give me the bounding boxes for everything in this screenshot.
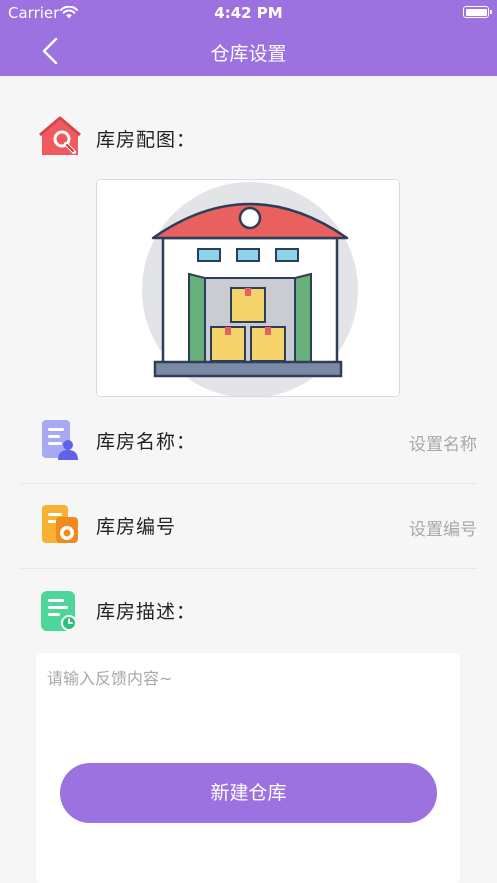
warehouse-image-picker[interactable] — [96, 179, 400, 398]
map-label: 库房配图： — [96, 129, 197, 151]
battery-icon — [463, 6, 492, 18]
description-label: 库房描述： — [96, 601, 197, 623]
page-title: 仓库设置 — [210, 43, 287, 65]
number-input[interactable]: 设置编号 — [409, 515, 477, 540]
name-input[interactable]: 设置名称 — [409, 430, 477, 455]
number-label: 库房编号 — [96, 516, 177, 538]
warehouse-tool-icon — [38, 115, 82, 159]
create-warehouse-button[interactable]: 新建仓库 — [60, 763, 437, 823]
status-time: 4:42 PM — [214, 4, 283, 22]
status-bar: Carrier 4:42 PM — [0, 0, 497, 26]
description-placeholder: 请输入反馈内容~ — [47, 669, 173, 688]
document-clock-icon — [38, 589, 82, 633]
name-label: 库房名称： — [96, 431, 197, 453]
document-gear-icon — [38, 503, 82, 547]
document-person-icon — [38, 418, 82, 462]
divider — [20, 568, 477, 569]
header-bar: Carrier 4:42 PM 仓库设置 — [0, 0, 497, 76]
warehouse-illustration — [142, 182, 358, 398]
nav-bar: 仓库设置 — [0, 26, 497, 76]
divider — [20, 483, 477, 484]
